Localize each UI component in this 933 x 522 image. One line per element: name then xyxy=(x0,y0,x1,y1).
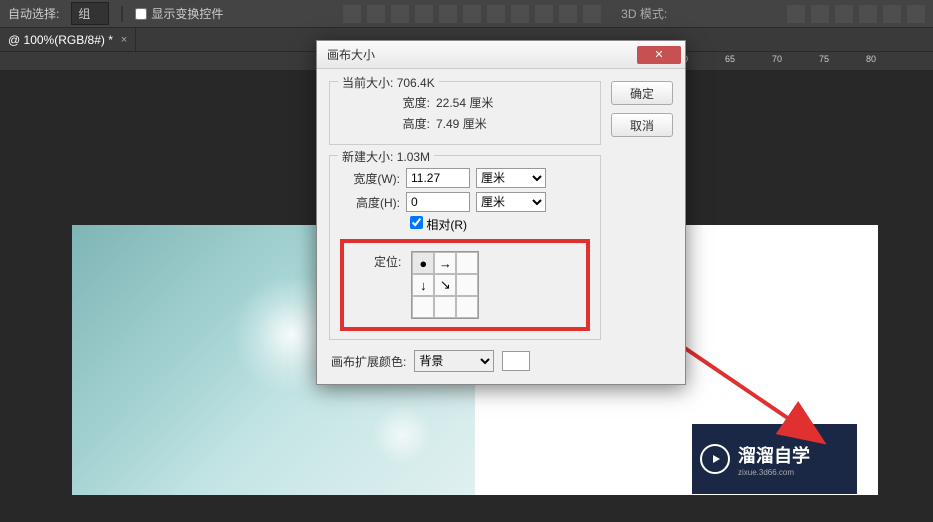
auto-select-dropdown[interactable]: 组 xyxy=(71,2,109,25)
close-icon[interactable]: × xyxy=(121,34,127,46)
3d-icon[interactable] xyxy=(883,5,901,23)
ok-button[interactable]: 确定 xyxy=(611,81,673,105)
ruler-tick: 70 xyxy=(772,54,782,64)
anchor-highlight: 定位: ● → ↓ ↘ xyxy=(340,239,590,331)
align-icon[interactable] xyxy=(391,5,409,23)
current-width-label: 宽度: xyxy=(370,94,430,111)
new-size-group: 新建大小: 1.03M 宽度(W): 厘米 高度(H): 厘米 xyxy=(329,155,601,340)
tab-title: @ 100%(RGB/8#) * xyxy=(8,33,113,47)
dandelion-graphic xyxy=(372,405,432,465)
align-icon[interactable] xyxy=(511,5,529,23)
play-icon xyxy=(700,444,730,474)
align-icon[interactable] xyxy=(583,5,601,23)
current-size-group: 当前大小: 706.4K 宽度: 22.54 厘米 高度: 7.49 厘米 xyxy=(329,81,601,145)
3d-icons xyxy=(787,5,925,23)
show-transform-checkbox[interactable] xyxy=(135,8,147,20)
align-icon[interactable] xyxy=(463,5,481,23)
ruler-tick: 65 xyxy=(725,54,735,64)
current-width-value: 22.54 厘米 xyxy=(436,94,493,111)
auto-select-label: 自动选择: xyxy=(8,5,59,22)
extension-color-select[interactable]: 背景 xyxy=(414,350,494,372)
anchor-top-right[interactable] xyxy=(456,252,478,274)
anchor-grid[interactable]: ● → ↓ ↘ xyxy=(411,251,479,319)
dialog-title: 画布大小 xyxy=(327,46,375,63)
anchor-mid-right[interactable] xyxy=(456,274,478,296)
watermark-badge: 溜溜自学 zixue.3d66.com xyxy=(692,424,857,494)
anchor-center[interactable]: ↘ xyxy=(434,274,456,296)
extension-color-row: 画布扩展颜色: 背景 xyxy=(329,350,601,372)
anchor-mid-left[interactable]: ↓ xyxy=(412,274,434,296)
width-unit-select[interactable]: 厘米 xyxy=(476,168,546,188)
cancel-button[interactable]: 取消 xyxy=(611,113,673,137)
new-width-label: 宽度(W): xyxy=(340,170,400,187)
close-button[interactable]: ✕ xyxy=(637,46,681,64)
relative-checkbox-group[interactable]: 相对(R) xyxy=(410,216,467,233)
current-height-value: 7.49 厘米 xyxy=(436,115,487,132)
anchor-bot-right[interactable] xyxy=(456,296,478,318)
anchor-bot-left[interactable] xyxy=(412,296,434,318)
document-tab[interactable]: @ 100%(RGB/8#) * × xyxy=(0,28,136,51)
3d-icon[interactable] xyxy=(811,5,829,23)
dialog-titlebar[interactable]: 画布大小 ✕ xyxy=(317,41,685,69)
ruler-tick: 75 xyxy=(819,54,829,64)
3d-icon[interactable] xyxy=(907,5,925,23)
align-icon[interactable] xyxy=(415,5,433,23)
dialog-body: 当前大小: 706.4K 宽度: 22.54 厘米 高度: 7.49 厘米 新建… xyxy=(317,69,685,384)
new-size-value: 1.03M xyxy=(397,150,430,164)
canvas-size-dialog: 画布大小 ✕ 当前大小: 706.4K 宽度: 22.54 厘米 高度: 7.4… xyxy=(316,40,686,385)
height-unit-select[interactable]: 厘米 xyxy=(476,192,546,212)
align-icon[interactable] xyxy=(487,5,505,23)
current-size-value: 706.4K xyxy=(397,76,435,90)
relative-label: 相对(R) xyxy=(426,218,467,232)
anchor-bot-center[interactable] xyxy=(434,296,456,318)
new-size-legend: 新建大小: xyxy=(342,150,393,164)
3d-icon[interactable] xyxy=(835,5,853,23)
show-transform-controls[interactable]: 显示变换控件 xyxy=(135,5,223,22)
watermark-title: 溜溜自学 xyxy=(738,442,810,468)
3d-icon[interactable] xyxy=(859,5,877,23)
align-icon[interactable] xyxy=(343,5,361,23)
show-transform-label: 显示变换控件 xyxy=(151,5,223,22)
alignment-icons xyxy=(343,5,601,23)
ruler-tick: 80 xyxy=(866,54,876,64)
toolbar-separator xyxy=(121,6,123,22)
watermark-url: zixue.3d66.com xyxy=(738,468,810,477)
3d-mode-label: 3D 模式: xyxy=(621,5,667,22)
extension-color-label: 画布扩展颜色: xyxy=(331,353,406,370)
3d-icon[interactable] xyxy=(787,5,805,23)
align-icon[interactable] xyxy=(535,5,553,23)
height-input[interactable] xyxy=(406,192,470,212)
extension-color-swatch[interactable] xyxy=(502,351,530,371)
align-icon[interactable] xyxy=(367,5,385,23)
anchor-top-center[interactable]: → xyxy=(434,252,456,274)
width-input[interactable] xyxy=(406,168,470,188)
new-height-label: 高度(H): xyxy=(340,194,400,211)
current-size-legend: 当前大小: xyxy=(342,76,393,90)
app-toolbar: 自动选择: 组 显示变换控件 3D 模式: xyxy=(0,0,933,28)
align-icon[interactable] xyxy=(559,5,577,23)
align-icon[interactable] xyxy=(439,5,457,23)
anchor-top-left[interactable]: ● xyxy=(412,252,434,274)
current-height-label: 高度: xyxy=(370,115,430,132)
anchor-label: 定位: xyxy=(374,251,401,270)
relative-checkbox[interactable] xyxy=(410,216,423,229)
